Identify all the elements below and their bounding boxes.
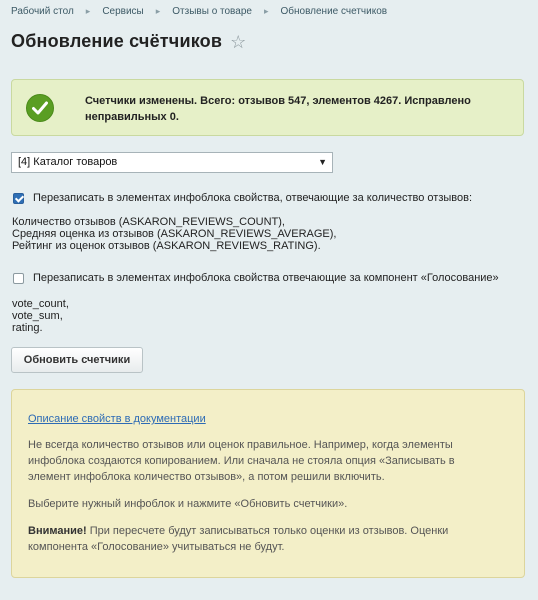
documentation-link[interactable]: Описание свойств в документации: [28, 413, 206, 425]
update-counters-button[interactable]: Обновить счетчики: [11, 347, 143, 373]
title-row: Обновление счётчиков ☆: [11, 31, 246, 52]
note-warning-text: При пересчете будут записываться только …: [28, 525, 449, 553]
property-line: vote_count,: [12, 298, 69, 310]
dropdown-arrow-icon: ▼: [318, 157, 327, 167]
breadcrumb-separator-icon: ▸: [155, 6, 161, 16]
note-warning-label: Внимание!: [28, 525, 87, 537]
breadcrumb-item-reviews[interactable]: Отзывы о товаре: [172, 6, 252, 17]
iblock-select-value: [4] Каталог товаров: [18, 156, 118, 168]
option-reviews-checkbox[interactable]: [13, 192, 24, 204]
option-vote-row[interactable]: Перезаписать в элементах инфоблока свойс…: [13, 272, 499, 284]
option-vote-properties: vote_count, vote_sum, rating.: [12, 298, 69, 334]
note-paragraph-3: Внимание! При пересчете будут записывать…: [28, 523, 498, 555]
note-paragraph-1: Не всегда количество отзывов или оценок …: [28, 439, 455, 483]
property-line: Количество отзывов (ASKARON_REVIEWS_COUN…: [12, 216, 285, 228]
breadcrumb-item-desktop[interactable]: Рабочий стол: [11, 6, 74, 17]
option-vote-checkbox[interactable]: [13, 272, 24, 284]
property-line: rating.: [12, 322, 43, 334]
property-line: vote_sum,: [12, 310, 63, 322]
breadcrumb-item-current[interactable]: Обновление счетчиков: [280, 6, 387, 17]
option-reviews-properties: Количество отзывов (ASKARON_REVIEWS_COUN…: [12, 216, 336, 252]
check-circle-icon: [26, 94, 54, 122]
property-line: Средняя оценка из отзывов (ASKARON_REVIE…: [12, 228, 337, 240]
property-line: Рейтинг из оценок отзывов (ASKARON_REVIE…: [12, 240, 321, 252]
star-icon[interactable]: ☆: [230, 33, 246, 51]
option-reviews-row[interactable]: Перезаписать в элементах инфоблока свойс…: [13, 192, 472, 204]
success-message-text: Счетчики изменены. Всего: отзывов 547, э…: [85, 95, 471, 123]
option-vote-label: Перезаписать в элементах инфоблока свойс…: [33, 272, 499, 284]
breadcrumb-separator-icon: ▸: [263, 6, 269, 16]
info-note-box: Описание свойств в документации Не всегд…: [11, 389, 525, 578]
breadcrumb-separator-icon: ▸: [85, 6, 91, 16]
success-message-box: Счетчики изменены. Всего: отзывов 547, э…: [11, 79, 524, 136]
iblock-select[interactable]: [4] Каталог товаров ▼: [11, 152, 333, 173]
page-title: Обновление счётчиков: [11, 31, 223, 51]
note-paragraph-2: Выберите нужный инфоблок и нажмите «Обно…: [28, 498, 348, 510]
breadcrumb-item-services[interactable]: Сервисы: [102, 6, 143, 17]
option-reviews-label: Перезаписать в элементах инфоблока свойс…: [33, 192, 473, 204]
breadcrumb: Рабочий стол ▸ Сервисы ▸ Отзывы о товаре…: [11, 6, 387, 17]
